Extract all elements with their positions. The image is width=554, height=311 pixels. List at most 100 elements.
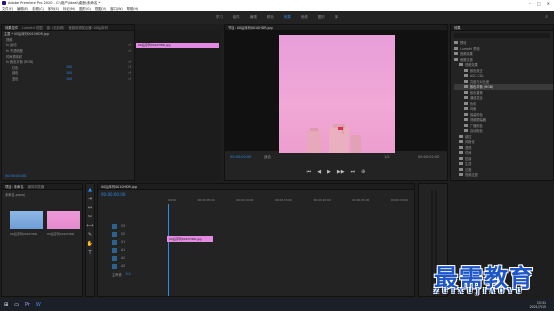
step-back-icon[interactable]: ⏮: [307, 169, 312, 175]
tab-project[interactable]: 项目: 未命名: [5, 184, 24, 189]
maximize-button[interactable]: □: [537, 1, 541, 6]
slip-tool-icon[interactable]: ⟷: [86, 223, 93, 229]
workspace-tab-learn[interactable]: 学习: [216, 15, 223, 20]
play-reverse-icon[interactable]: ◀: [317, 169, 321, 175]
windows-start-icon[interactable]: ⊞: [4, 302, 8, 308]
effects-tree: 预设 Lumetri 预设 音频效果 音频过渡 视频效果 颜色校正 ASC CDL 亮度与对比…: [451, 40, 553, 178]
track-header-v1[interactable]: V1: [98, 238, 168, 246]
workspace-tab-audio[interactable]: 音频: [301, 15, 308, 20]
tab-effect-controls[interactable]: 效果控件: [5, 25, 18, 30]
green-value[interactable]: 100: [66, 71, 72, 75]
effects-tree-label: 广播颜色: [470, 123, 483, 128]
video-frame-image: [307, 124, 361, 153]
workspace-tab-color[interactable]: 颜色: [267, 15, 274, 20]
master-volume-value[interactable]: 0.0: [126, 272, 131, 276]
effect-controls-timeline: [135, 30, 221, 181]
hand-tool-icon[interactable]: ✋: [87, 241, 93, 247]
effects-tree-label: 颜色替换: [470, 90, 483, 95]
effects-tree-label: 风格化: [465, 140, 475, 145]
workspace-tab-assembly[interactable]: 组件: [233, 15, 240, 20]
pen-tool-icon[interactable]: ✎: [88, 232, 92, 238]
reset-icon[interactable]: ↺: [128, 65, 131, 69]
tab-effects[interactable]: 效果: [454, 25, 461, 30]
track-target-a1[interactable]: [112, 247, 117, 253]
folder-icon: [464, 123, 468, 127]
close-button[interactable]: ✕: [547, 1, 550, 6]
premiere-taskbar-icon[interactable]: Pr: [25, 302, 30, 308]
effect-controls-timecode[interactable]: 00:00:00:00: [5, 174, 26, 178]
fit-dropdown[interactable]: 适合: [264, 155, 271, 160]
tab-audio-mixer[interactable]: 音频剪辑混合器: 00后序列: [68, 25, 107, 30]
minimize-button[interactable]: –: [529, 1, 531, 6]
effects-tree-label: 视频效果: [465, 63, 478, 68]
tab-sequence[interactable]: 00后序列0010HDR.jpg: [101, 184, 137, 189]
workspace-tab-libraries[interactable]: 库: [335, 15, 339, 20]
project-item-thumbnail[interactable]: [10, 211, 43, 229]
search-icon[interactable]: ⌕: [545, 14, 548, 20]
effects-panel: 效果 预设 Lumetri 预设 音频效果 音频过渡 视频效果 颜色校正 ASC CDL 亮度…: [450, 24, 554, 181]
reset-icon[interactable]: ↺: [128, 43, 131, 47]
tab-source[interactable]: 源: (无剪辑): [47, 25, 65, 30]
step-forward-icon[interactable]: ⏭: [351, 169, 356, 175]
ripple-edit-tool-icon[interactable]: ↔: [88, 205, 92, 211]
timeline-clip[interactable]: 00后序列0010HDR.jpg: [167, 236, 213, 242]
workspace-tab-graphics[interactable]: 图形: [318, 15, 325, 20]
effects-tree-label: 视频限幅器: [470, 118, 486, 123]
system-clock[interactable]: 15:31 2021/7/15: [530, 301, 546, 309]
play-icon[interactable]: ▶: [327, 169, 331, 175]
timeline-ruler[interactable]: 00:00 00:00:05:00 00:00:10:00 00:00:15:0…: [168, 198, 408, 204]
reset-icon[interactable]: ↺: [128, 71, 131, 75]
track-label: A1: [121, 248, 126, 252]
razor-tool-icon[interactable]: ✂: [88, 214, 92, 220]
red-value[interactable]: 100: [66, 65, 72, 69]
track-header-a3[interactable]: A3: [98, 262, 168, 270]
ruler-label: 00:00:05:00: [197, 198, 215, 202]
effect-row-label: fx 颜色平衡 (RGB): [6, 60, 34, 65]
track-header-a1[interactable]: A1: [98, 246, 168, 254]
workspace-tab-effects[interactable]: 效果: [284, 15, 291, 20]
tools-panel: ▲ ⇥ ↔ ✂ ⟷ ✎ ✋ T: [85, 183, 95, 297]
task-view-icon[interactable]: ▭: [14, 302, 19, 308]
workspace-tab-editing[interactable]: 编辑: [250, 15, 257, 20]
track-header-v3[interactable]: V3: [98, 222, 168, 230]
track-select-tool-icon[interactable]: ⇥: [88, 196, 92, 202]
selection-tool-icon[interactable]: ▲: [88, 187, 92, 193]
ruler-label: 00:00:20:00: [313, 198, 331, 202]
resolution-dropdown[interactable]: 1/2: [384, 155, 390, 159]
ruler-label: 00:00:25:00: [352, 198, 370, 202]
reset-icon[interactable]: ↺: [128, 60, 131, 64]
track-target-v2[interactable]: [112, 231, 117, 237]
track-header-v2[interactable]: V2: [98, 230, 168, 238]
effects-panel-tabs: 效果: [451, 25, 553, 31]
effects-tree-item[interactable]: 视频过渡: [454, 172, 553, 178]
program-timecode[interactable]: 00:00:00:00: [230, 155, 251, 159]
master-track-header[interactable]: 主声道 0.0: [98, 270, 168, 278]
track-target-a2[interactable]: [112, 255, 117, 261]
reset-icon[interactable]: ↺: [128, 49, 131, 53]
reset-icon[interactable]: ↺: [128, 77, 131, 81]
insert-icon[interactable]: ⊕: [361, 169, 365, 175]
tab-lumetri-scopes[interactable]: Lumetri 范围: [22, 25, 42, 30]
track-label: V3: [121, 224, 126, 228]
track-header-a2[interactable]: A2: [98, 254, 168, 262]
track-target-v3[interactable]: [112, 223, 117, 229]
play-forward-icon[interactable]: ▶▶: [337, 169, 345, 175]
blue-value[interactable]: 100: [66, 77, 72, 81]
track-target-v1[interactable]: [112, 239, 117, 245]
tab-media-browser[interactable]: 媒体浏览器: [28, 184, 44, 189]
project-panel: 项目: 未命名 媒体浏览器 未命名.prproj 00后序列0010HDR 00…: [1, 183, 83, 297]
track-target-a3[interactable]: [112, 263, 117, 269]
folder-icon: [454, 52, 458, 56]
type-tool-icon[interactable]: T: [88, 250, 91, 256]
tab-program[interactable]: 节目: 00后序列0010HDR.jpg: [228, 25, 273, 30]
project-item-thumbnail[interactable]: [47, 211, 80, 229]
track-label: V1: [121, 240, 126, 244]
effects-tree-label: 预设: [460, 41, 467, 46]
workspace-bar: 学习 组件 编辑 颜色 效果 音频 图形 库 ⌕: [0, 11, 554, 24]
playhead[interactable]: [168, 204, 169, 296]
effect-clip-bar[interactable]: 00后序列0010HDR.jpg: [136, 43, 219, 48]
folder-icon: [459, 151, 463, 155]
effects-search-input[interactable]: [454, 33, 550, 38]
effect-row-blue[interactable]: 蓝色 100 ↺: [2, 76, 134, 82]
word-taskbar-icon[interactable]: W: [36, 302, 41, 308]
